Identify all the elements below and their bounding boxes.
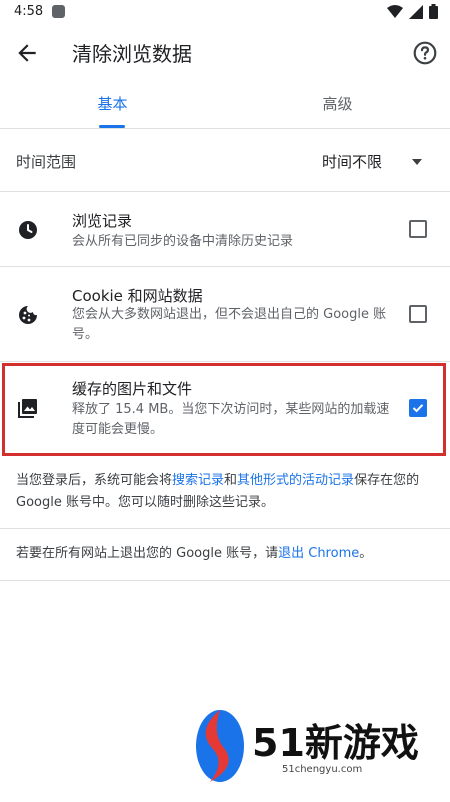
dropdown-arrow-icon[interactable] — [412, 159, 422, 165]
tab-basic[interactable]: 基本 — [0, 80, 225, 128]
brand-logo — [196, 710, 244, 782]
status-bar: 4:58 — [0, 0, 450, 24]
browsing-history-item[interactable]: 浏览记录 会从所有已同步的设备中清除历史记录 — [0, 192, 450, 267]
tab-advanced[interactable]: 高级 — [225, 80, 450, 128]
tab-indicator — [99, 125, 125, 128]
cookies-title: Cookie 和网站数据 — [72, 287, 203, 305]
watermark-brand: 51新游戏 — [252, 721, 419, 765]
watermark: 51新游戏 51chengyu.com — [190, 706, 430, 786]
browsing-history-subtitle: 会从所有已同步的设备中清除历史记录 — [72, 234, 294, 249]
back-button[interactable] — [14, 40, 40, 66]
signout-chrome-link[interactable]: 退出 Chrome — [278, 546, 359, 561]
selection-highlight — [2, 363, 446, 456]
wifi-icon — [387, 4, 403, 18]
help-button[interactable] — [412, 40, 438, 66]
divider — [0, 580, 450, 581]
browsing-history-title: 浏览记录 — [72, 212, 133, 230]
search-history-link[interactable]: 搜索记录 — [172, 473, 224, 488]
page-title: 清除浏览数据 — [72, 42, 192, 66]
signout-text: 若要在所有网站上退出您的 Google 账号，请退出 Chrome。 — [16, 546, 373, 561]
cookies-checkbox[interactable] — [409, 305, 427, 323]
divider — [0, 528, 450, 529]
battery-icon — [429, 4, 438, 19]
tab-bar: 基本 高级 — [0, 80, 450, 129]
time-range-select[interactable]: 时间不限 — [322, 151, 382, 172]
clock-icon — [19, 221, 37, 239]
signal-icon — [409, 4, 423, 19]
account-info-text: 当您登录后，系统可能会将搜索记录和其他形式的活动记录保存在您的 Google 账… — [16, 473, 420, 510]
arrow-back-icon — [18, 44, 36, 62]
app-bar: 清除浏览数据 — [0, 24, 450, 80]
notification-icon — [52, 5, 65, 18]
help-icon — [413, 41, 437, 65]
time-range-row[interactable]: 时间范围 时间不限 — [0, 129, 450, 192]
time-range-label: 时间范围 — [16, 153, 77, 171]
watermark-url: 51chengyu.com — [282, 764, 363, 775]
other-activity-link[interactable]: 其他形式的活动记录 — [237, 473, 354, 488]
cookies-subtitle: 您会从大多数网站退出，但不会退出自己的 Google 账号。 — [72, 307, 387, 342]
browsing-history-checkbox[interactable] — [409, 220, 427, 238]
cookie-icon — [19, 306, 37, 324]
status-time: 4:58 — [14, 4, 44, 19]
cookies-item[interactable]: Cookie 和网站数据 您会从大多数网站退出，但不会退出自己的 Google … — [0, 267, 450, 362]
